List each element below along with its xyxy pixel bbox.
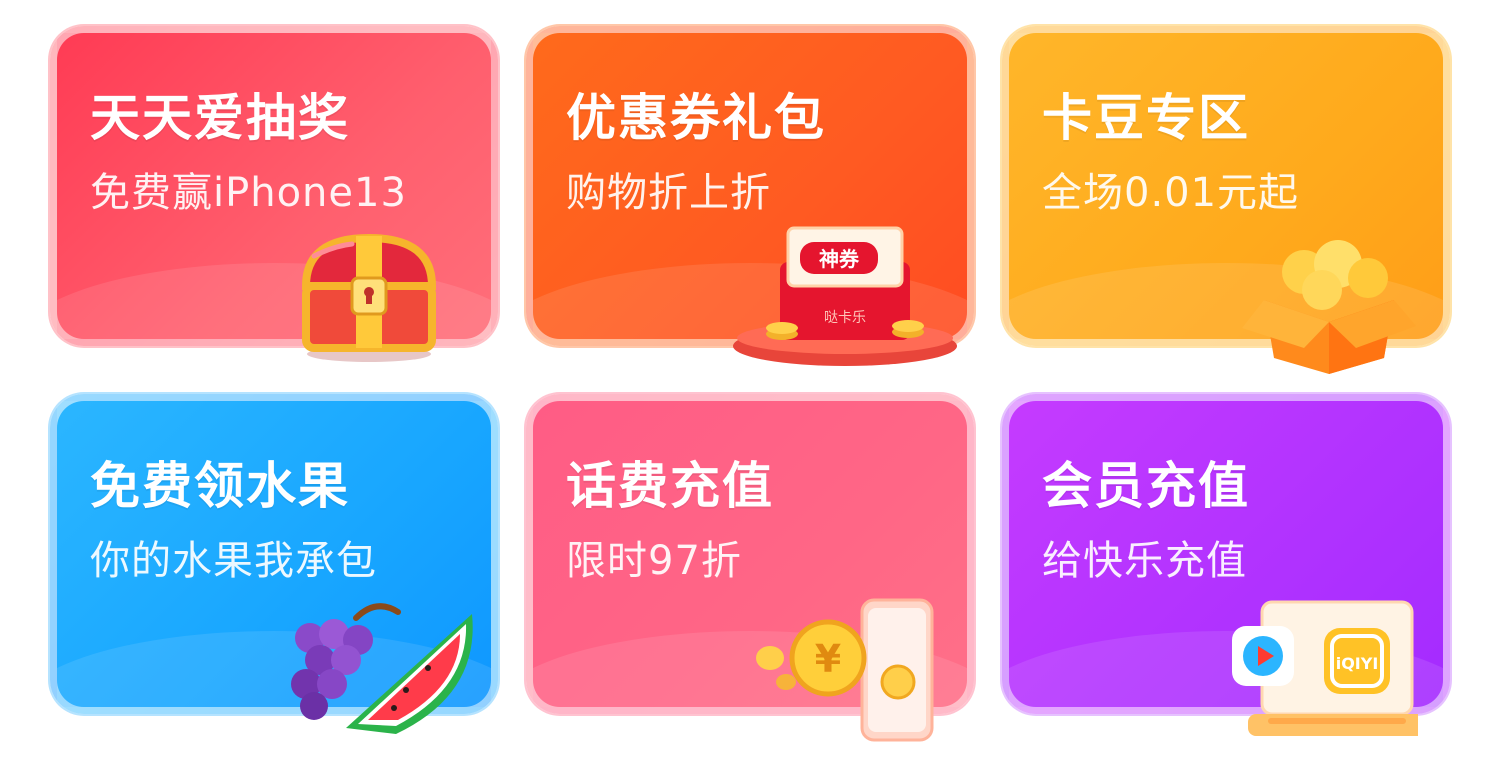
- coupon-badge: 神券: [819, 247, 860, 271]
- card-title: 话费充值: [566, 457, 774, 515]
- membership-card[interactable]: 会员充值 给快乐充值 iQIYI: [1002, 394, 1450, 736]
- card-subtitle: 限时97折: [566, 538, 742, 584]
- envelope-label: 哒卡乐: [824, 309, 866, 326]
- lottery-card[interactable]: 天天爱抽奖 免费赢iPhone13: [50, 26, 498, 362]
- card-title: 优惠券礼包: [566, 89, 826, 147]
- phone-recharge-card[interactable]: 话费充值 限时97折 ¥: [526, 394, 974, 742]
- gift-box-coins-icon: [1242, 240, 1416, 374]
- fruit-card[interactable]: 免费领水果 你的水果我承包: [50, 394, 498, 734]
- coin-symbol: ¥: [815, 637, 841, 681]
- treasure-chest-icon: [301, 233, 437, 362]
- coupon-card[interactable]: 优惠券礼包 购物折上折 神券 哒卡乐: [526, 26, 974, 366]
- card-title: 天天爱抽奖: [90, 89, 350, 147]
- card-subtitle: 全场0.01元起: [1042, 170, 1300, 216]
- card-title: 会员充值: [1042, 457, 1250, 515]
- app-logo-label: iQIYI: [1336, 654, 1379, 673]
- card-title: 卡豆专区: [1042, 89, 1250, 147]
- card-subtitle: 你的水果我承包: [90, 538, 377, 584]
- video-apps-laptop-icon: iQIYI: [1232, 600, 1418, 736]
- card-subtitle: 给快乐充值: [1042, 538, 1247, 584]
- coupon-envelope-icon: 神券 哒卡乐: [733, 226, 957, 366]
- grapes-watermelon-icon: [291, 603, 473, 734]
- phone-coins-icon: ¥: [756, 598, 934, 742]
- card-title: 免费领水果: [90, 457, 350, 515]
- kadou-card[interactable]: 卡豆专区 全场0.01元起: [1002, 26, 1450, 374]
- card-subtitle: 免费赢iPhone13: [90, 170, 407, 216]
- card-subtitle: 购物折上折: [566, 170, 771, 216]
